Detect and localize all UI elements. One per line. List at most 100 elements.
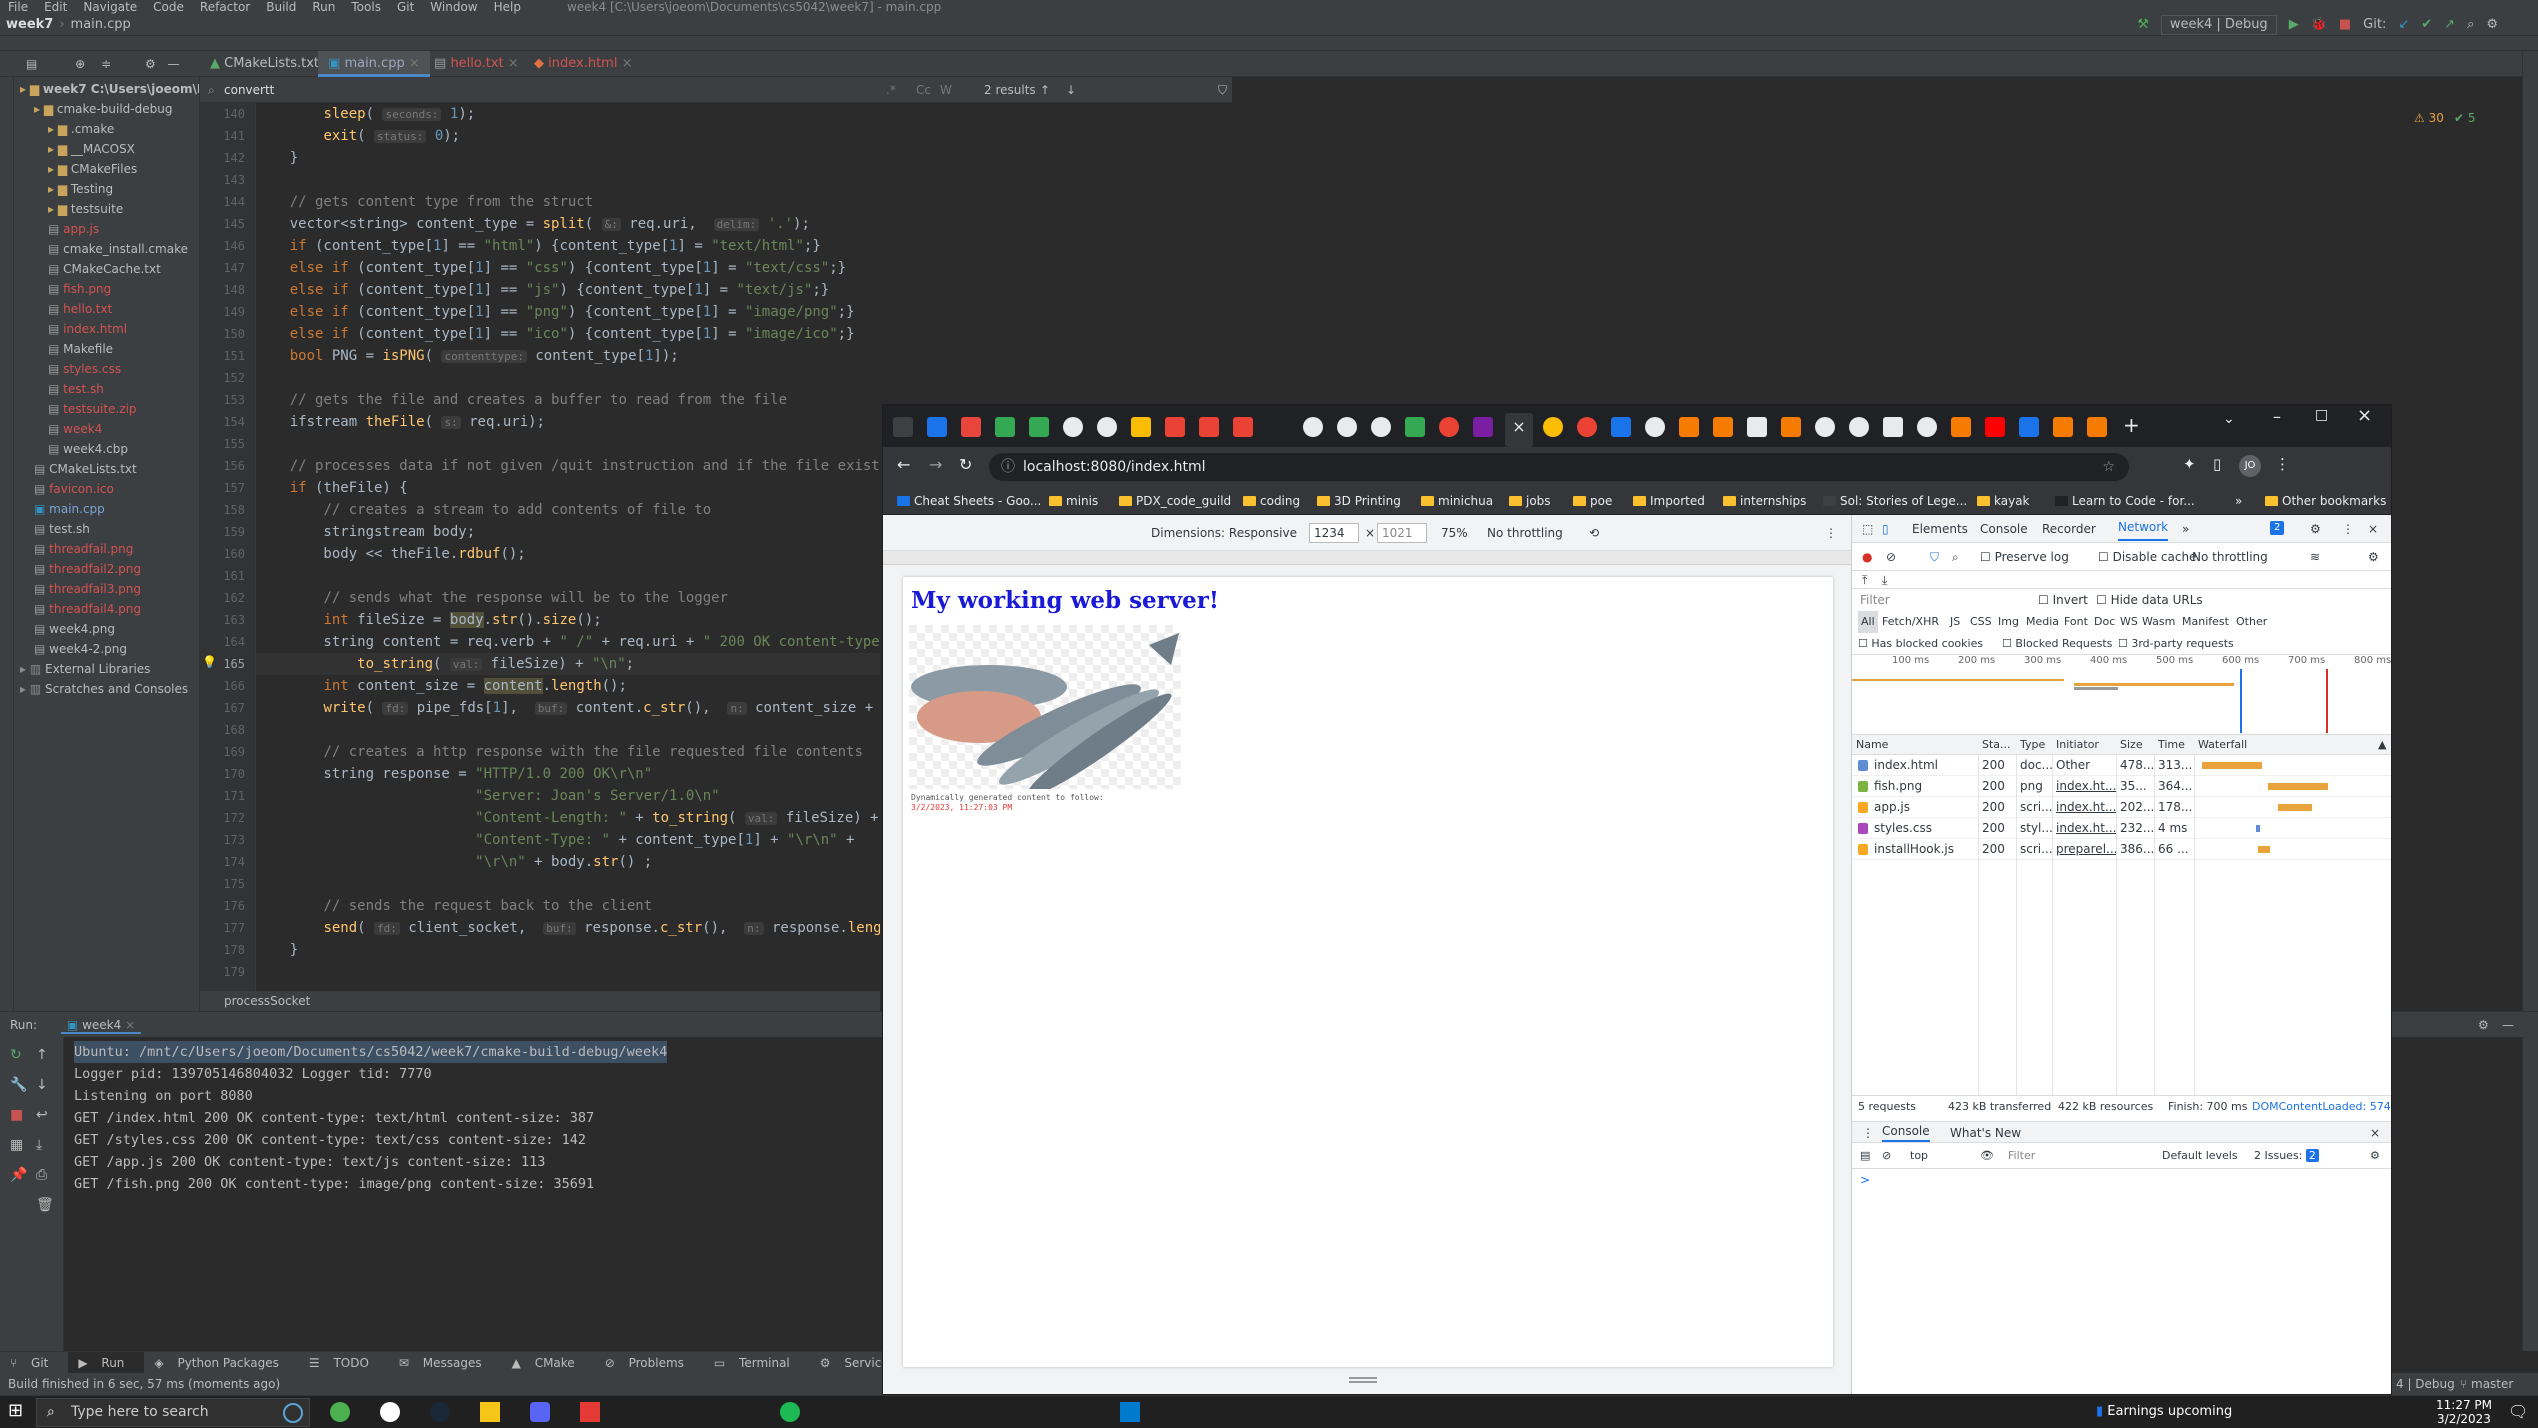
stop-run-icon[interactable]: ■ (10, 1107, 23, 1123)
breadcrumb-project[interactable]: week7 (0, 14, 59, 36)
project-tree-item[interactable]: ▤ threadfail4.png (34, 599, 141, 619)
tab-icon[interactable] (1849, 417, 1869, 437)
close-icon[interactable]: × (508, 56, 519, 71)
status-branch[interactable]: ⑂ master (2460, 1373, 2513, 1395)
tab-icon[interactable] (1131, 417, 1151, 437)
log-levels-select[interactable]: Default levels (2162, 1143, 2238, 1169)
tab-index-html[interactable]: ◆ index.html × (524, 51, 643, 77)
project-tree-item[interactable]: ▤ threadfail3.png (34, 579, 141, 599)
search-everywhere-icon[interactable]: ⌕ (2467, 14, 2474, 36)
project-tree-item[interactable]: ▤ test.sh (48, 379, 104, 399)
bookmark-item[interactable]: Cheat Sheets - Goo... (897, 487, 1041, 514)
network-request-row[interactable]: styles.css 200 styl... index.ht... 232... 4 m… (1852, 818, 2391, 839)
tab-icon[interactable] (1917, 417, 1937, 437)
tab-icon[interactable] (1439, 417, 1459, 437)
tab-icon[interactable] (2053, 417, 2073, 437)
run-hide-icon[interactable]: — (2502, 1012, 2514, 1038)
taskbar-search[interactable]: ⌕ Type here to search (36, 1398, 310, 1427)
project-tree-item[interactable]: ▤ threadfail.png (34, 539, 133, 559)
tab-icon[interactable] (1679, 417, 1699, 437)
project-tree-item[interactable]: ▤ CMakeLists.txt (34, 459, 137, 479)
bookmarks-overflow-icon[interactable]: » (2235, 487, 2242, 514)
menu-window[interactable]: Window (422, 0, 485, 14)
close-icon[interactable]: × (125, 1018, 135, 1032)
tab-icon[interactable] (1951, 417, 1971, 437)
menu-navigate[interactable]: Navigate (75, 0, 145, 14)
back-icon[interactable]: ← (897, 455, 910, 474)
close-icon[interactable]: × (622, 56, 633, 71)
cell-initiator[interactable]: index.ht... (2056, 818, 2116, 839)
project-tree-item[interactable]: ▤ testsuite.zip (48, 399, 137, 419)
project-tree-item[interactable]: ▤ favicon.ico (34, 479, 114, 499)
devtools-tab-console[interactable]: Console (1980, 515, 2028, 543)
clear-icon[interactable]: ⊘ (1886, 543, 1896, 571)
tool-python-packages[interactable]: ◈ Python Packages (144, 1352, 298, 1373)
tab-icon[interactable] (2019, 417, 2039, 437)
tool-todo[interactable]: ☰ TODO (299, 1352, 389, 1373)
project-tree-item[interactable]: ▸ ▆ CMakeFiles (48, 159, 137, 179)
tab-icon[interactable] (1097, 417, 1117, 437)
throttle-select[interactable]: No throttling (1487, 515, 1563, 551)
tab-icon[interactable] (1713, 417, 1733, 437)
other-bookmarks[interactable]: Other bookmarks (2265, 487, 2386, 514)
pin-icon[interactable]: 📌 (10, 1167, 27, 1183)
bookmark-item[interactable]: kayak (1977, 487, 2030, 514)
project-tree-item[interactable]: ▤ threadfail2.png (34, 559, 141, 579)
project-tree-item[interactable]: ▤ week4.cbp (48, 439, 128, 459)
hide-icon[interactable]: — (168, 57, 180, 71)
bookmark-item[interactable]: Sol: Stories of Lege... (1823, 487, 1967, 514)
type-filter-img[interactable]: Img (1998, 611, 2019, 633)
export-har-icon[interactable]: ⤓ (1882, 571, 1887, 589)
bookmark-star-icon[interactable]: ☆ (2102, 453, 2115, 481)
project-tree-item[interactable]: ▤ CMakeCache.txt (48, 259, 161, 279)
menu-help[interactable]: Help (486, 0, 529, 14)
build-hammer-icon[interactable]: ⚒ (2137, 14, 2149, 36)
project-tree-item[interactable]: ▤ week4-2.png (34, 639, 127, 659)
menu-git[interactable]: Git (389, 0, 422, 14)
intention-bulb-icon[interactable]: 💡 (202, 655, 217, 669)
menu-refactor[interactable]: Refactor (192, 0, 258, 14)
inspection-warnings[interactable]: ⚠ 30 (2414, 111, 2444, 125)
maximize-icon[interactable]: □ (2315, 407, 2328, 423)
menu-code[interactable]: Code (145, 0, 192, 14)
type-filter-all[interactable]: All (1858, 611, 1878, 633)
invert-checkbox[interactable]: ☐ Invert (2038, 589, 2088, 611)
project-tree-item[interactable]: ▸ ▥ External Libraries (20, 659, 150, 679)
project-tree-item[interactable]: ▤ app.js (48, 219, 99, 239)
windows-start-icon[interactable]: ⊞ (8, 1400, 23, 1421)
devtools-tab-elements[interactable]: Elements (1912, 515, 1968, 543)
network-request-row[interactable]: app.js 200 scri... index.ht... 202... 178... (1852, 797, 2391, 818)
bookmark-item[interactable]: minis (1049, 487, 1098, 514)
bookmark-item[interactable]: coding (1243, 487, 1300, 514)
breadcrumb-file[interactable]: main.cpp (65, 14, 137, 36)
soft-wrap-icon[interactable]: ↩ (36, 1107, 48, 1123)
issues-badge[interactable]: 2 (2270, 521, 2285, 535)
tab-icon[interactable] (1883, 417, 1903, 437)
rerun-icon[interactable]: ↻ (10, 1047, 22, 1063)
zoom-select[interactable]: 75% (1441, 515, 1468, 551)
column-type[interactable]: Type (2020, 735, 2045, 755)
tab-main-cpp[interactable]: ▣ main.cpp × (318, 51, 430, 77)
menu-edit[interactable]: Edit (36, 0, 75, 14)
bookmark-item[interactable]: Imported (1633, 487, 1705, 514)
console-issues[interactable]: 2 Issues: 2 (2254, 1143, 2319, 1169)
blocked-cookies-checkbox[interactable]: ☐ Has blocked cookies (1858, 633, 1983, 655)
app-icon[interactable] (330, 1402, 350, 1422)
cortana-icon[interactable] (283, 1403, 303, 1423)
tab-icon[interactable] (1029, 417, 1049, 437)
network-throttle-select[interactable]: No throttling (2192, 543, 2268, 571)
console-prompt[interactable]: > (1860, 1173, 1870, 1187)
tab-icon[interactable] (995, 417, 1015, 437)
wifi-icon[interactable]: ≋ (2310, 543, 2320, 571)
tool-run[interactable]: ▶ Run (68, 1352, 145, 1373)
up-icon[interactable]: ↑ (36, 1047, 48, 1063)
forward-icon[interactable]: → (929, 455, 942, 474)
bookmark-item[interactable]: jobs (1509, 487, 1551, 514)
new-tab-icon[interactable]: + (2123, 413, 2140, 437)
find-word-toggle[interactable]: W (940, 77, 952, 103)
bookmark-item[interactable]: 3D Printing (1317, 487, 1401, 514)
tool-problems[interactable]: ⊘ Problems (595, 1352, 704, 1373)
tool-cmake[interactable]: ▲ CMake (502, 1352, 595, 1373)
git-push-icon[interactable]: ↗ (2444, 14, 2455, 36)
address-bar[interactable]: ⓘ localhost:8080/index.html ☆ (989, 453, 2129, 481)
